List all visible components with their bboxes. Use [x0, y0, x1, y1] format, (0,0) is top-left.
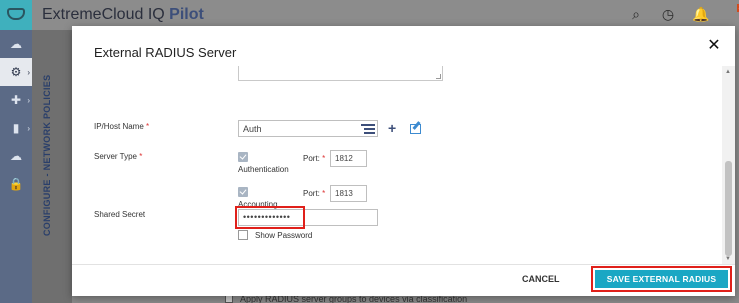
ip-host-input[interactable]: Auth — [238, 120, 378, 137]
close-button[interactable]: ✕ — [707, 38, 721, 54]
show-password-checkbox[interactable] — [238, 230, 248, 240]
authentication-checkbox[interactable] — [238, 152, 248, 162]
app-brand: ExtremeCloud IQ Pilot — [42, 6, 204, 23]
list-select-icon[interactable] — [361, 124, 375, 134]
cloud-upload-icon[interactable]: ☁ — [0, 30, 32, 58]
server-type-label: Server Type * — [94, 152, 143, 161]
secret-highlight-box — [235, 206, 305, 229]
scroll-up-icon[interactable]: ▲ — [725, 69, 731, 75]
side-panel: CONFIGURE - NETWORK POLICIES — [32, 30, 72, 303]
show-password-label: Show Password — [255, 231, 313, 240]
clock-icon[interactable]: ◷ — [660, 6, 676, 22]
gear-icon[interactable]: ⚙ › — [0, 58, 32, 86]
description-textarea[interactable] — [238, 66, 443, 81]
bell-icon[interactable]: 🔔 — [692, 6, 709, 22]
dialog-scrollbar[interactable]: ▲ ▼ — [722, 66, 735, 264]
accounting-checkbox[interactable] — [238, 187, 248, 197]
save-highlight-box: SAVE EXTERNAL RADIUS — [591, 266, 732, 292]
dialog-title: External RADIUS Server — [94, 45, 237, 60]
edit-icon[interactable] — [410, 124, 421, 134]
search-icon[interactable]: ⌕ — [628, 6, 644, 22]
section-title: CONFIGURE - NETWORK POLICIES — [42, 74, 52, 236]
app-logo[interactable] — [0, 0, 32, 30]
bar-chart-icon[interactable]: ▮ › — [0, 114, 32, 142]
scroll-thumb[interactable] — [725, 161, 732, 256]
cloud-icon[interactable]: ☁ — [0, 142, 32, 170]
dialog-body: IP/Host Name * Auth + Server Type * Auth… — [72, 66, 735, 264]
left-nav: ☁ ⚙ › ✚ › ▮ › ☁ 🔒 — [0, 0, 32, 303]
ip-host-label: IP/Host Name * — [94, 122, 150, 131]
cancel-button[interactable]: CANCEL — [522, 274, 560, 284]
external-radius-dialog: External RADIUS Server ✕ IP/Host Name * … — [72, 26, 735, 296]
auth-port-input[interactable]: 1812 — [330, 150, 367, 167]
classification-checkbox[interactable] — [225, 295, 233, 303]
acct-port-input[interactable]: 1813 — [330, 185, 367, 202]
lock-icon[interactable]: 🔒 — [0, 170, 32, 198]
footer-divider — [72, 264, 735, 265]
save-external-radius-button[interactable]: SAVE EXTERNAL RADIUS — [595, 270, 728, 288]
auth-port-label: Port: * — [303, 154, 326, 163]
shared-secret-label: Shared Secret — [94, 210, 146, 219]
acct-port-label: Port: * — [303, 189, 326, 198]
authentication-label: Authentication — [238, 165, 289, 174]
puzzle-icon[interactable]: ✚ › — [0, 86, 32, 114]
add-icon[interactable]: + — [388, 121, 396, 135]
scroll-down-icon[interactable]: ▼ — [725, 256, 731, 262]
